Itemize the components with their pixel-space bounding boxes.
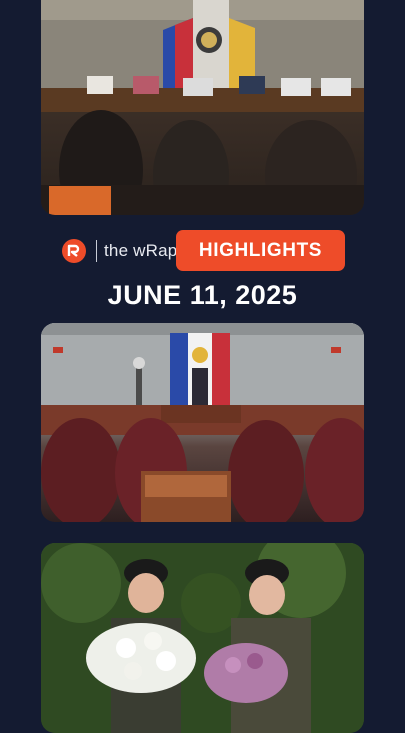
senate-session-image [41,323,364,522]
soldiers-with-flowers-image [41,543,364,733]
rappler-logo-icon [62,239,86,263]
brand-name: the wRap [104,241,178,260]
brand-divider [96,240,97,262]
news-photo-press-conference[interactable] [41,0,364,215]
press-conference-image [41,0,364,215]
news-photo-senate-session[interactable] [41,323,364,522]
highlights-badge: HIGHLIGHTS [176,230,345,271]
news-photo-soldiers-with-flowers[interactable] [41,543,364,733]
brand-row: the wRap HIGHLIGHTS [0,230,405,272]
page-date: JUNE 11, 2025 [107,280,298,310]
